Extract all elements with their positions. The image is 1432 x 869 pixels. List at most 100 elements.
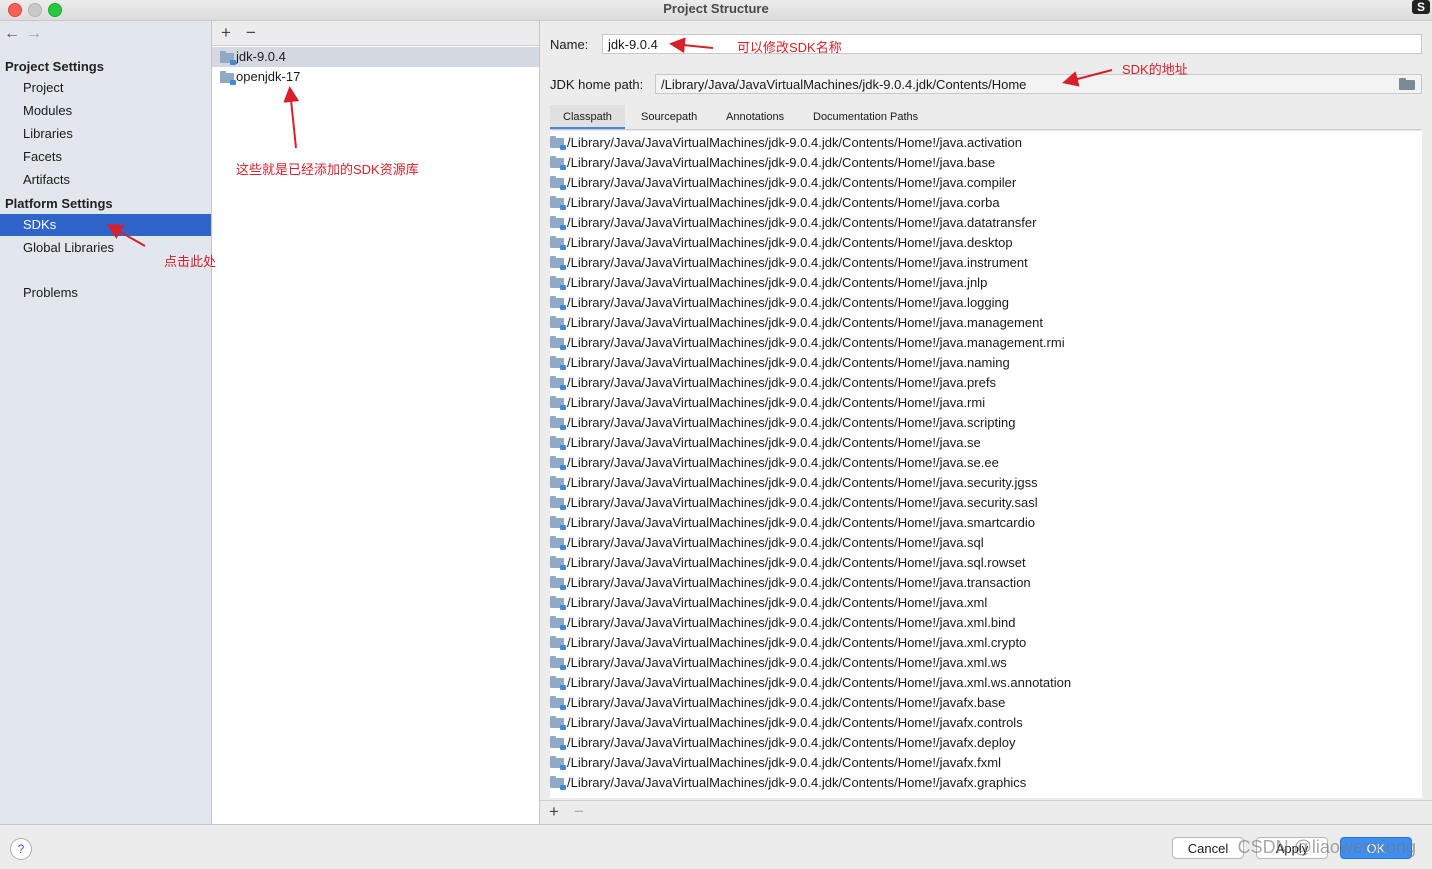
classpath-entry: /Library/Java/JavaVirtualMachines/jdk-9.… bbox=[567, 575, 1031, 590]
jar-folder-icon bbox=[550, 656, 566, 670]
classpath-row[interactable]: /Library/Java/JavaVirtualMachines/jdk-9.… bbox=[550, 293, 1422, 313]
classpath-row[interactable]: /Library/Java/JavaVirtualMachines/jdk-9.… bbox=[550, 533, 1422, 553]
classpath-row[interactable]: /Library/Java/JavaVirtualMachines/jdk-9.… bbox=[550, 433, 1422, 453]
classpath-toolbar: + − bbox=[540, 800, 1432, 825]
classpath-row[interactable]: /Library/Java/JavaVirtualMachines/jdk-9.… bbox=[550, 393, 1422, 413]
jar-folder-icon bbox=[550, 696, 566, 710]
jar-folder-icon bbox=[550, 576, 566, 590]
jar-folder-icon bbox=[550, 236, 566, 250]
sdk-list-toolbar: + − bbox=[212, 21, 539, 46]
annotation-name-note: 可以修改SDK名称 bbox=[737, 40, 842, 55]
remove-classpath-button[interactable]: − bbox=[570, 802, 588, 822]
window-titlebar: Project Structure S bbox=[0, 0, 1432, 21]
classpath-row[interactable]: /Library/Java/JavaVirtualMachines/jdk-9.… bbox=[550, 653, 1422, 673]
classpath-row[interactable]: /Library/Java/JavaVirtualMachines/jdk-9.… bbox=[550, 553, 1422, 573]
jar-folder-icon bbox=[550, 776, 566, 790]
classpath-row[interactable]: /Library/Java/JavaVirtualMachines/jdk-9.… bbox=[550, 673, 1422, 693]
remove-sdk-button[interactable]: − bbox=[242, 23, 260, 43]
classpath-entry: /Library/Java/JavaVirtualMachines/jdk-9.… bbox=[567, 755, 1002, 770]
classpath-entry: /Library/Java/JavaVirtualMachines/jdk-9.… bbox=[567, 135, 1022, 150]
jar-folder-icon bbox=[550, 636, 566, 650]
classpath-entry: /Library/Java/JavaVirtualMachines/jdk-9.… bbox=[567, 515, 1035, 530]
help-button[interactable]: ? bbox=[10, 838, 32, 860]
sdk-item-openjdk-17[interactable]: openjdk-17 bbox=[212, 67, 539, 87]
project-settings-header: Project Settings bbox=[5, 59, 104, 74]
classpath-row[interactable]: /Library/Java/JavaVirtualMachines/jdk-9.… bbox=[550, 213, 1422, 233]
classpath-row[interactable]: /Library/Java/JavaVirtualMachines/jdk-9.… bbox=[550, 273, 1422, 293]
classpath-row[interactable]: /Library/Java/JavaVirtualMachines/jdk-9.… bbox=[550, 153, 1422, 173]
classpath-entry: /Library/Java/JavaVirtualMachines/jdk-9.… bbox=[567, 735, 1016, 750]
classpath-entry: /Library/Java/JavaVirtualMachines/jdk-9.… bbox=[567, 435, 981, 450]
tab-sourcepath[interactable]: Sourcepath bbox=[628, 105, 710, 129]
tab-documentation-paths[interactable]: Documentation Paths bbox=[800, 105, 931, 129]
dialog-footer: ? Cancel Apply OK CSDN @liaowenxiong bbox=[0, 824, 1432, 869]
sdk-name-field[interactable]: jdk-9.0.4 bbox=[602, 34, 1422, 54]
classpath-row[interactable]: /Library/Java/JavaVirtualMachines/jdk-9.… bbox=[550, 333, 1422, 353]
sidebar-item-sdks[interactable]: SDKs bbox=[0, 214, 211, 236]
sidebar-item-problems[interactable]: Problems bbox=[0, 282, 211, 304]
classpath-row[interactable]: /Library/Java/JavaVirtualMachines/jdk-9.… bbox=[550, 513, 1422, 533]
cancel-button[interactable]: Cancel bbox=[1172, 837, 1244, 859]
classpath-entry: /Library/Java/JavaVirtualMachines/jdk-9.… bbox=[567, 695, 1006, 710]
sdk-item-label: jdk-9.0.4 bbox=[236, 49, 286, 64]
classpath-row[interactable]: /Library/Java/JavaVirtualMachines/jdk-9.… bbox=[550, 413, 1422, 433]
jar-folder-icon bbox=[550, 376, 566, 390]
classpath-row[interactable]: /Library/Java/JavaVirtualMachines/jdk-9.… bbox=[550, 473, 1422, 493]
classpath-row[interactable]: /Library/Java/JavaVirtualMachines/jdk-9.… bbox=[550, 233, 1422, 253]
jar-folder-icon bbox=[550, 256, 566, 270]
add-sdk-button[interactable]: + bbox=[217, 23, 235, 43]
classpath-entry: /Library/Java/JavaVirtualMachines/jdk-9.… bbox=[567, 295, 1009, 310]
classpath-row[interactable]: /Library/Java/JavaVirtualMachines/jdk-9.… bbox=[550, 353, 1422, 373]
classpath-row[interactable]: /Library/Java/JavaVirtualMachines/jdk-9.… bbox=[550, 713, 1422, 733]
classpath-row[interactable]: /Library/Java/JavaVirtualMachines/jdk-9.… bbox=[550, 753, 1422, 773]
sidebar-item-project[interactable]: Project bbox=[0, 77, 211, 99]
sdk-item-jdk-9[interactable]: jdk-9.0.4 bbox=[212, 47, 539, 67]
tab-classpath[interactable]: Classpath bbox=[550, 105, 625, 129]
classpath-row[interactable]: /Library/Java/JavaVirtualMachines/jdk-9.… bbox=[550, 633, 1422, 653]
annotation-list-note: 这些就是已经添加的SDK资源库 bbox=[236, 162, 419, 177]
classpath-row[interactable]: /Library/Java/JavaVirtualMachines/jdk-9.… bbox=[550, 373, 1422, 393]
classpath-row[interactable]: /Library/Java/JavaVirtualMachines/jdk-9.… bbox=[550, 133, 1422, 153]
classpath-row[interactable]: /Library/Java/JavaVirtualMachines/jdk-9.… bbox=[550, 593, 1422, 613]
settings-sidebar: ← → Project Settings Project Modules Libr… bbox=[0, 21, 212, 824]
classpath-entry: /Library/Java/JavaVirtualMachines/jdk-9.… bbox=[567, 255, 1028, 270]
classpath-entry: /Library/Java/JavaVirtualMachines/jdk-9.… bbox=[567, 415, 1016, 430]
sdk-item-label: openjdk-17 bbox=[236, 69, 301, 84]
classpath-entry: /Library/Java/JavaVirtualMachines/jdk-9.… bbox=[567, 635, 1027, 650]
classpath-entry: /Library/Java/JavaVirtualMachines/jdk-9.… bbox=[567, 675, 1072, 690]
jdk-home-path-field[interactable]: /Library/Java/JavaVirtualMachines/jdk-9.… bbox=[655, 74, 1422, 94]
classpath-row[interactable]: /Library/Java/JavaVirtualMachines/jdk-9.… bbox=[550, 493, 1422, 513]
classpath-row[interactable]: /Library/Java/JavaVirtualMachines/jdk-9.… bbox=[550, 453, 1422, 473]
jar-folder-icon bbox=[550, 156, 566, 170]
add-classpath-button[interactable]: + bbox=[545, 802, 563, 822]
sidebar-item-artifacts[interactable]: Artifacts bbox=[0, 169, 211, 191]
jar-folder-icon bbox=[550, 616, 566, 630]
classpath-row[interactable]: /Library/Java/JavaVirtualMachines/jdk-9.… bbox=[550, 733, 1422, 753]
classpath-list[interactable]: /Library/Java/JavaVirtualMachines/jdk-9.… bbox=[550, 131, 1422, 798]
back-arrow-icon[interactable]: ← bbox=[4, 25, 26, 43]
classpath-row[interactable]: /Library/Java/JavaVirtualMachines/jdk-9.… bbox=[550, 773, 1422, 793]
classpath-entry: /Library/Java/JavaVirtualMachines/jdk-9.… bbox=[567, 535, 984, 550]
classpath-entry: /Library/Java/JavaVirtualMachines/jdk-9.… bbox=[567, 235, 1013, 250]
classpath-row[interactable]: /Library/Java/JavaVirtualMachines/jdk-9.… bbox=[550, 173, 1422, 193]
classpath-row[interactable]: /Library/Java/JavaVirtualMachines/jdk-9.… bbox=[550, 313, 1422, 333]
sidebar-item-modules[interactable]: Modules bbox=[0, 100, 211, 122]
browse-folder-icon[interactable] bbox=[1399, 77, 1415, 90]
platform-settings-header: Platform Settings bbox=[5, 196, 113, 211]
classpath-entry: /Library/Java/JavaVirtualMachines/jdk-9.… bbox=[567, 275, 988, 290]
jar-folder-icon bbox=[550, 176, 566, 190]
classpath-row[interactable]: /Library/Java/JavaVirtualMachines/jdk-9.… bbox=[550, 573, 1422, 593]
classpath-row[interactable]: /Library/Java/JavaVirtualMachines/jdk-9.… bbox=[550, 693, 1422, 713]
classpath-entry: /Library/Java/JavaVirtualMachines/jdk-9.… bbox=[567, 475, 1038, 490]
jar-folder-icon bbox=[550, 516, 566, 530]
forward-arrow-icon[interactable]: → bbox=[26, 25, 48, 43]
classpath-row[interactable]: /Library/Java/JavaVirtualMachines/jdk-9.… bbox=[550, 193, 1422, 213]
classpath-row[interactable]: /Library/Java/JavaVirtualMachines/jdk-9.… bbox=[550, 253, 1422, 273]
classpath-row[interactable]: /Library/Java/JavaVirtualMachines/jdk-9.… bbox=[550, 613, 1422, 633]
jar-folder-icon bbox=[550, 396, 566, 410]
sidebar-item-libraries[interactable]: Libraries bbox=[0, 123, 211, 145]
jar-folder-icon bbox=[550, 496, 566, 510]
tab-annotations[interactable]: Annotations bbox=[713, 105, 797, 129]
jdk-home-path-value: /Library/Java/JavaVirtualMachines/jdk-9.… bbox=[661, 77, 1027, 92]
sidebar-item-facets[interactable]: Facets bbox=[0, 146, 211, 168]
